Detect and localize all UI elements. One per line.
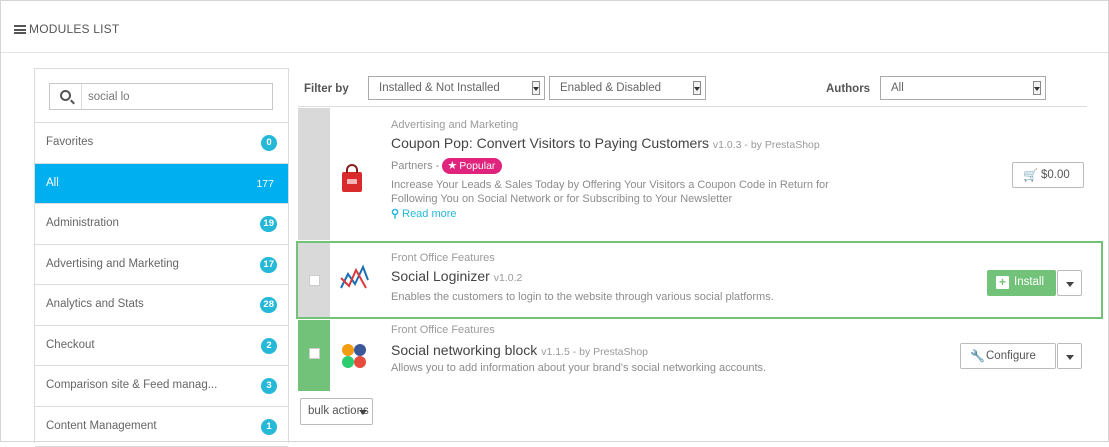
configure-button[interactable]: 🔧 Configure xyxy=(960,343,1056,369)
search-icon: ⚲ xyxy=(391,208,399,220)
category-count-badge: 1 xyxy=(261,419,277,435)
price-label: $0.00 xyxy=(1041,169,1070,181)
install-status-select[interactable]: Installed & Not Installed xyxy=(368,76,545,100)
module-category: Front Office Features xyxy=(391,324,495,336)
search-divider xyxy=(81,84,82,109)
category-analytics-and-stats[interactable]: Analytics and Stats 28 xyxy=(35,285,288,326)
social-icons-cluster-icon xyxy=(338,340,370,372)
category-sidebar: Favorites 0 All 177 Administration 19 Ad… xyxy=(34,68,289,443)
modules-panel: MODULES LIST Favorites 0 All 177 Adminis… xyxy=(0,0,1109,442)
module-title: Social networking block xyxy=(391,342,537,358)
module-name: Social networking block v1.1.5 - by Pres… xyxy=(391,342,648,358)
category-label: Content Management xyxy=(46,420,157,432)
category-label: Favorites xyxy=(46,136,93,148)
module-description: Allows you to add information about your… xyxy=(391,362,766,375)
module-description-cont: Following You on Social Network or for S… xyxy=(391,193,732,206)
category-advertising-and-marketing[interactable]: Advertising and Marketing 17 xyxy=(35,245,288,286)
category-content-management[interactable]: Content Management 1 xyxy=(35,407,288,447)
module-checkbox[interactable] xyxy=(309,348,320,359)
install-status-value: Installed & Not Installed xyxy=(379,82,500,94)
authors-label: Authors xyxy=(826,83,870,95)
module-category: Advertising and Marketing xyxy=(391,119,518,131)
shopping-bag-icon xyxy=(336,162,368,194)
category-label: Checkout xyxy=(46,339,95,351)
category-count-badge: 19 xyxy=(260,216,277,232)
dropdown-arrow-icon xyxy=(532,81,540,95)
module-description: Increase Your Leads & Sales Today by Off… xyxy=(391,179,829,192)
popular-icon: ★ xyxy=(447,160,457,172)
configure-label: Configure xyxy=(986,350,1036,362)
category-checkout[interactable]: Checkout 2 xyxy=(35,326,288,367)
caret-down-icon xyxy=(359,410,367,415)
read-more-label: Read more xyxy=(402,208,456,220)
bulk-actions-button[interactable]: bulk actions xyxy=(300,398,373,425)
category-count-badge: 177 xyxy=(253,176,277,192)
module-version: v1.1.5 - by PrestaShop xyxy=(541,346,648,358)
module-partners: Partners - ★Popular xyxy=(391,158,502,174)
popular-badge: ★Popular xyxy=(442,158,502,174)
price-button[interactable]: 🛒 $0.00 xyxy=(1012,162,1084,188)
category-label: Administration xyxy=(46,217,119,229)
partners-label: Partners - xyxy=(391,160,439,172)
filter-by-label: Filter by xyxy=(304,83,349,95)
cart-icon: 🛒 xyxy=(1023,168,1038,182)
caret-down-icon xyxy=(1066,355,1074,360)
list-icon xyxy=(14,25,26,34)
filter-bar: Filter by Installed & Not Installed Enab… xyxy=(298,71,1087,107)
authors-value: All xyxy=(891,82,904,94)
module-row: Advertising and Marketing Coupon Pop: Co… xyxy=(298,108,1087,240)
category-count-badge: 2 xyxy=(261,338,277,354)
category-count-badge: 17 xyxy=(260,257,277,273)
category-label: Comparison site & Feed manag... xyxy=(46,379,217,391)
category-comparison-site[interactable]: Comparison site & Feed manag... 3 xyxy=(35,366,288,407)
category-administration[interactable]: Administration 19 xyxy=(35,204,288,245)
authors-select[interactable]: All xyxy=(880,76,1046,100)
module-title: Coupon Pop: Convert Visitors to Paying C… xyxy=(391,135,709,151)
search-area xyxy=(35,69,288,123)
dropdown-arrow-icon xyxy=(693,81,701,95)
category-all[interactable]: All 177 xyxy=(35,164,288,205)
category-label: Analytics and Stats xyxy=(46,298,144,310)
category-count-badge: 3 xyxy=(261,378,277,394)
category-count-badge: 28 xyxy=(260,297,277,313)
read-more-link[interactable]: ⚲ Read more xyxy=(391,207,457,220)
search-icon xyxy=(60,90,71,101)
module-name: Coupon Pop: Convert Visitors to Paying C… xyxy=(391,135,820,151)
selected-module-highlight xyxy=(296,241,1103,319)
dropdown-arrow-icon xyxy=(1033,81,1041,95)
enabled-status-select[interactable]: Enabled & Disabled xyxy=(549,76,706,100)
category-count-badge: 0 xyxy=(261,135,277,151)
module-row: Front Office Features Social networking … xyxy=(298,320,1087,391)
popular-label: Popular xyxy=(459,160,495,172)
category-label: Advertising and Marketing xyxy=(46,258,179,270)
category-favorites[interactable]: Favorites 0 xyxy=(35,123,288,164)
search-input[interactable] xyxy=(88,88,268,106)
module-status-strip xyxy=(298,108,330,240)
category-label: All xyxy=(46,177,59,189)
enabled-status-value: Enabled & Disabled xyxy=(560,82,661,94)
panel-title: MODULES LIST xyxy=(29,22,119,36)
panel-heading: MODULES LIST xyxy=(1,1,1108,53)
search-box[interactable] xyxy=(49,83,273,110)
wrench-icon: 🔧 xyxy=(970,349,985,363)
module-version: v1.0.3 - by PrestaShop xyxy=(713,139,820,151)
configure-dropdown-toggle[interactable] xyxy=(1057,343,1082,369)
